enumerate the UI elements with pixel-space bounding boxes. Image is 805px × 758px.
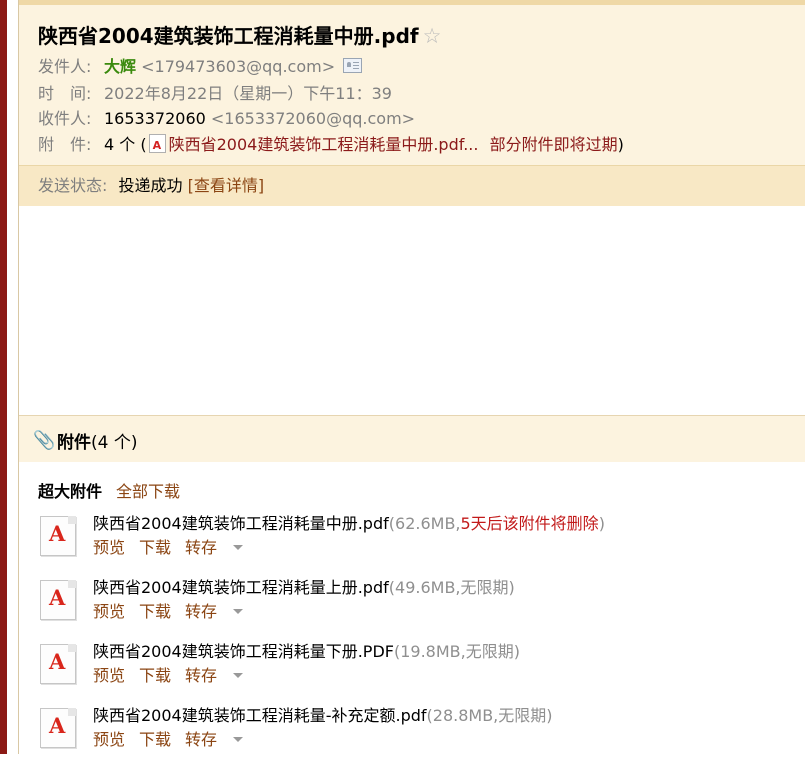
attachment-size: (62.6MB, (388, 514, 461, 533)
attachments-title: 附件(4 个) (57, 428, 137, 453)
attachment-actions: 预览 下载 转存 (93, 662, 257, 686)
big-attachments-label: 超大附件 (38, 482, 103, 501)
chevron-down-icon (233, 673, 244, 678)
attachment-item: A 陕西省2004建筑装饰工程消耗量上册.pdf(49.6MB,无限期) 预览下… (38, 574, 798, 630)
preview-link[interactable]: 预览 (93, 602, 125, 621)
save-to-label: 转存 (185, 538, 218, 557)
email-header: 陕西省2004建筑装饰工程消耗量中册.pdf ☆ 发件人: 大辉 <17947360… (19, 0, 805, 206)
save-to-link[interactable]: 转存 (185, 730, 244, 749)
sender-email[interactable]: <179473603@qq.com> (141, 57, 335, 76)
first-attachment-link[interactable]: 陕西省2004建筑装饰工程消耗量中册.pdf... (169, 135, 479, 154)
attachment-name-line: 陕西省2004建筑装饰工程消耗量-补充定额.pdf(28.8MB,无限期) (93, 702, 553, 726)
sender-name[interactable]: 大辉 (104, 57, 136, 76)
contact-card-icon[interactable] (343, 58, 363, 73)
paren-close: ) (617, 135, 624, 154)
attachments-header: 📎 附件(4 个) (19, 415, 805, 463)
attachment-item: A 陕西省2004建筑装饰工程消耗量下册.PDF(19.8MB,无限期) 预览下… (38, 638, 798, 694)
from-label: 发件人: (38, 57, 92, 76)
attachment-name[interactable]: 陕西省2004建筑装饰工程消耗量中册.pdf (93, 514, 389, 533)
chevron-down-icon (233, 545, 244, 550)
time-label: 时 间: (38, 84, 92, 103)
attachment-expiry-warning: 5天后该附件将删除 (460, 514, 599, 533)
status-value: 投递成功 (118, 176, 183, 195)
download-all-link[interactable]: 全部下载 (116, 482, 180, 501)
window-left-border (0, 0, 7, 754)
attachments-title-text: 附件 (57, 433, 91, 453)
expire-note[interactable]: 部分附件即将过期 (490, 135, 618, 154)
chevron-down-icon (233, 737, 244, 742)
recipient-email[interactable]: <1653372060@qq.com> (211, 109, 415, 128)
attachment-item: A 陕西省2004建筑装饰工程消耗量-补充定额.pdf(28.8MB,无限期) … (38, 702, 798, 758)
attachment-size: (49.6MB,无限期) (388, 578, 515, 597)
attachment-item: A 陕西省2004建筑装饰工程消耗量中册.pdf(62.6MB,5天后该附件将删… (38, 510, 798, 566)
chevron-down-icon (233, 609, 244, 614)
save-to-link[interactable]: 转存 (185, 602, 244, 621)
pdf-file-icon (148, 134, 166, 157)
from-row: 发件人: 大辉 <179473603@qq.com> (38, 56, 363, 78)
attachment-name[interactable]: 陕西省2004建筑装饰工程消耗量-补充定额.pdf (93, 706, 427, 725)
status-row: 发送状态: 投递成功 [查看详情] (38, 175, 264, 197)
pdf-file-icon[interactable]: A (40, 516, 76, 556)
attachment-label: 附 件: (38, 135, 92, 154)
attachment-name-line: 陕西省2004建筑装饰工程消耗量中册.pdf(62.6MB,5天后该附件将删除) (93, 510, 605, 534)
download-link[interactable]: 下载 (139, 538, 171, 557)
star-outline-icon[interactable]: ☆ (423, 24, 442, 48)
attachments-count: (4 个) (91, 433, 138, 453)
download-link[interactable]: 下载 (139, 666, 171, 685)
attachment-name[interactable]: 陕西省2004建筑装饰工程消耗量下册.PDF (93, 642, 394, 661)
paperclip-icon: 📎 (33, 430, 56, 451)
preview-link[interactable]: 预览 (93, 538, 125, 557)
header-top-border (19, 0, 805, 5)
download-link[interactable]: 下载 (139, 602, 171, 621)
attachment-actions: 预览 下载 转存 (93, 726, 257, 750)
save-to-label: 转存 (185, 666, 218, 685)
save-to-link[interactable]: 转存 (185, 538, 244, 557)
save-to-label: 转存 (185, 730, 218, 749)
time-value: 2022年8月22日（星期一）下午11：39 (104, 84, 392, 103)
attachment-meta-close: ) (598, 514, 605, 533)
status-label: 发送状态: (38, 176, 108, 195)
paren-open: ( (140, 135, 147, 154)
subject-text: 陕西省2004建筑装饰工程消耗量中册.pdf (38, 24, 419, 48)
attachment-name-line: 陕西省2004建筑装饰工程消耗量上册.pdf(49.6MB,无限期) (93, 574, 515, 598)
pdf-file-icon[interactable]: A (40, 580, 76, 620)
preview-link[interactable]: 预览 (93, 730, 125, 749)
to-row: 收件人: 1653372060 <1653372060@qq.com> (38, 108, 415, 130)
pdf-file-icon[interactable]: A (40, 708, 76, 748)
recipient-name[interactable]: 1653372060 (104, 109, 206, 128)
download-link[interactable]: 下载 (139, 730, 171, 749)
attachments-body: 超大附件 全部下载 A 陕西省2004建筑装饰工程消耗量中册.pdf(62.6MB… (19, 462, 805, 754)
delivery-status-bar: 发送状态: 投递成功 [查看详情] (19, 165, 805, 206)
email-subject: 陕西省2004建筑装饰工程消耗量中册.pdf ☆ (38, 20, 441, 49)
attachment-count: 4 个 (104, 135, 136, 154)
attachment-name-line: 陕西省2004建筑装饰工程消耗量下册.PDF(19.8MB,无限期) (93, 638, 520, 662)
big-attachments-heading: 超大附件 全部下载 (38, 478, 180, 502)
save-to-label: 转存 (185, 602, 218, 621)
attachment-name[interactable]: 陕西省2004建筑装饰工程消耗量上册.pdf (93, 578, 389, 597)
attachment-size: (19.8MB,无限期) (393, 642, 520, 661)
pdf-file-icon[interactable]: A (40, 644, 76, 684)
left-gutter (7, 0, 18, 754)
attachment-row: 附 件: 4 个 ( 陕西省2004建筑装饰工程消耗量中册.pdf... 部分附件即… (38, 134, 624, 157)
save-to-link[interactable]: 转存 (185, 666, 244, 685)
view-details-link[interactable]: [查看详情] (188, 176, 265, 195)
attachment-actions: 预览 下载 转存 (93, 534, 257, 558)
to-label: 收件人: (38, 109, 92, 128)
attachment-actions: 预览 下载 转存 (93, 598, 257, 622)
preview-link[interactable]: 预览 (93, 666, 125, 685)
attachment-size: (28.8MB,无限期) (426, 706, 553, 725)
time-row: 时 间: 2022年8月22日（星期一）下午11：39 (38, 83, 392, 105)
